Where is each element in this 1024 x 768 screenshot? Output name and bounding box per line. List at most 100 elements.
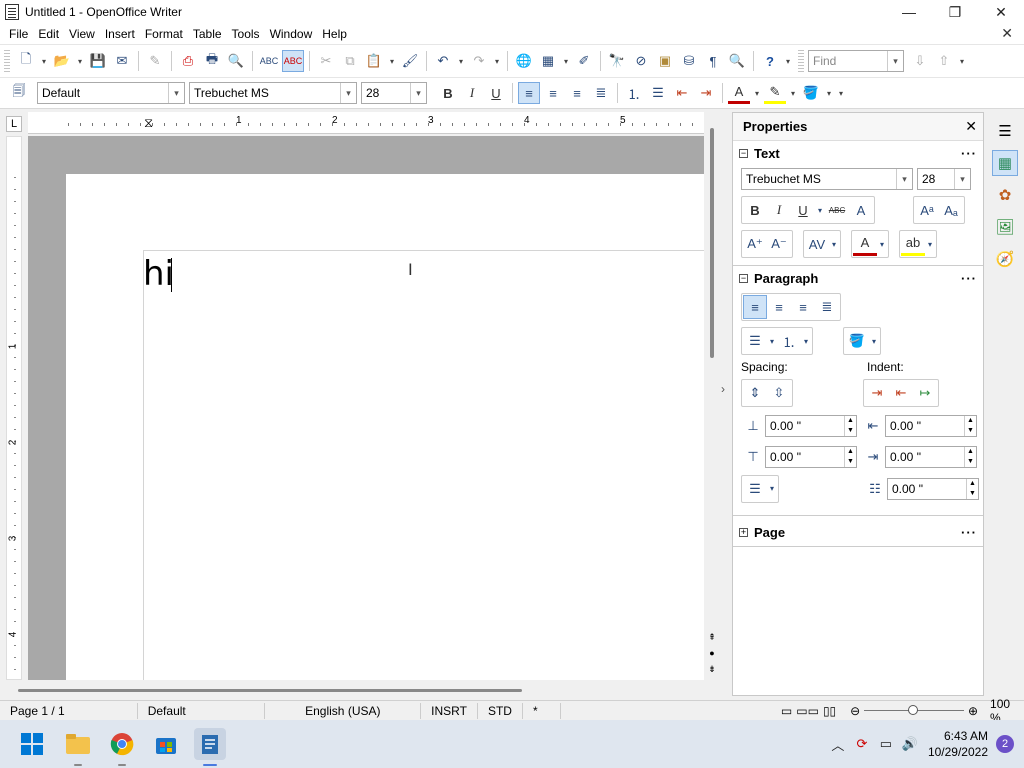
sidebar-justify-icon[interactable]: ≣ (815, 295, 839, 319)
chevron-down-icon[interactable]: ▾ (168, 83, 184, 103)
bullets-icon[interactable]: ☰ (647, 82, 669, 104)
paragraph-style-select[interactable]: Default ▾ (37, 82, 185, 104)
cut-icon[interactable]: ✂ (315, 50, 337, 72)
toolbar-overflow-icon[interactable]: ▾ (783, 50, 793, 72)
formatting-marks-icon[interactable]: ¶ (702, 50, 724, 72)
sidebar-align-left-icon[interactable]: ≡ (743, 295, 767, 319)
chevron-down-icon[interactable]: ▾ (75, 50, 85, 72)
align-left-icon[interactable]: ≡ (518, 82, 540, 104)
numbering-icon[interactable]: ⒈ (623, 82, 645, 104)
notification-badge[interactable]: 2 (996, 735, 1014, 753)
first-line-indent-field[interactable]: 0.00 " ▲ ▼ (887, 477, 979, 500)
find-previous-icon[interactable]: ⇧ (933, 50, 955, 72)
minimize-button[interactable]: — (886, 0, 932, 24)
spinner-arrows[interactable]: ▲ ▼ (844, 446, 856, 467)
ruler-indent-marker[interactable]: ⧖ (144, 115, 153, 131)
decrease-indent-icon[interactable]: ⇤ (671, 82, 693, 104)
sidebar-bullets-icon[interactable]: ☰ (743, 329, 767, 353)
shadow-icon[interactable]: A (849, 198, 873, 222)
sidebar-numbering-icon[interactable]: ⒈ (777, 329, 801, 353)
file-explorer-icon[interactable] (62, 728, 94, 766)
align-right-icon[interactable]: ≡ (566, 82, 588, 104)
before-indent-field[interactable]: 0.00 " ▲ ▼ (885, 414, 977, 437)
chevron-down-icon[interactable]: ▾ (387, 50, 397, 72)
zoom-slider-handle[interactable] (908, 705, 919, 715)
toolbar-grip[interactable] (798, 50, 804, 72)
gallery-icon[interactable]: ▣ (654, 50, 676, 72)
redo-icon[interactable]: ↷ (468, 50, 490, 72)
edit-icon[interactable]: ✎ (144, 50, 166, 72)
sidebar-bold-button[interactable]: B (743, 198, 767, 222)
sidebar-align-center-icon[interactable]: ≡ (767, 295, 791, 319)
sidebar-underline-button[interactable]: U (791, 198, 815, 222)
hanging-indent-icon[interactable]: ↦ (913, 381, 937, 405)
chevron-down-icon[interactable]: ▾ (788, 82, 798, 104)
chevron-down-icon[interactable]: ▾ (815, 198, 825, 222)
store-icon[interactable] (150, 728, 182, 760)
text-section-header[interactable]: − Text ··· (733, 141, 983, 165)
modified-indicator[interactable]: * (523, 702, 561, 719)
increase-spacing-icon[interactable]: ⇕ (743, 381, 767, 405)
zoom-in-icon[interactable]: ⊕ (968, 704, 978, 718)
chevron-down-icon[interactable]: ▾ (925, 232, 935, 256)
spinner-arrows[interactable]: ▲ ▼ (964, 415, 976, 436)
multi-page-view-icon[interactable]: ▭▭ (796, 704, 819, 718)
more-options-icon[interactable]: ··· (961, 146, 977, 161)
chevron-down-icon[interactable]: ▾ (767, 477, 777, 501)
menu-window[interactable]: Window (265, 27, 318, 41)
chevron-down-icon[interactable]: ▾ (869, 329, 879, 353)
sidebar-decrease-indent-icon[interactable]: ⇤ (889, 381, 913, 405)
chevron-down-icon[interactable]: ▾ (410, 83, 426, 103)
chevron-up-icon[interactable]: ︿ (826, 735, 850, 754)
previous-page-icon[interactable]: ⇞ (706, 632, 718, 644)
chevron-down-icon[interactable]: ▾ (340, 83, 356, 103)
expand-icon[interactable]: + (739, 527, 748, 537)
single-page-view-icon[interactable]: ▭ (781, 704, 792, 718)
print-icon[interactable]: 🖶 (201, 50, 223, 72)
menu-insert[interactable]: Insert (100, 27, 140, 41)
menu-table[interactable]: Table (188, 27, 227, 41)
scrollbar-thumb[interactable] (710, 128, 714, 358)
sidebar-increase-indent-icon[interactable]: ⇥ (865, 381, 889, 405)
pdf-icon[interactable]: ⎙ (177, 50, 199, 72)
character-spacing-icon[interactable]: AV (805, 232, 829, 256)
print-preview-icon[interactable]: 🔍 (225, 50, 247, 72)
sidebar-align-right-icon[interactable]: ≡ (791, 295, 815, 319)
spellcheck-icon[interactable]: ABC (258, 50, 280, 72)
chevron-down-icon[interactable]: ▾ (887, 51, 903, 71)
paragraph-background-icon[interactable]: 🪣 (845, 329, 869, 353)
language[interactable]: English (USA) (265, 702, 422, 719)
chevron-down-icon[interactable]: ▾ (492, 50, 502, 72)
sync-icon[interactable]: ⟳ (850, 736, 874, 752)
maximize-button[interactable]: ❐ (932, 0, 978, 24)
document-page[interactable]: hi (66, 174, 704, 680)
open-icon[interactable]: 📂 (51, 50, 73, 72)
chevron-down-icon[interactable]: ▾ (829, 232, 839, 256)
spinner-arrows[interactable]: ▲ ▼ (966, 478, 978, 499)
document-canvas[interactable]: hi Ⅰ (28, 136, 704, 680)
format-paintbrush-icon[interactable]: 🖌 (399, 50, 421, 72)
close-window-button[interactable]: ✕ (978, 0, 1024, 24)
background-color-icon[interactable]: 🪣 (800, 82, 822, 104)
vertical-ruler[interactable]: 1 2 3 4 (6, 136, 22, 680)
subscript-icon[interactable]: Aₐ (939, 198, 963, 222)
network-icon[interactable]: ▭ (874, 736, 898, 752)
spinner-arrows[interactable]: ▲ ▼ (844, 415, 856, 436)
document-text[interactable]: hi (143, 252, 174, 296)
styles-icon[interactable]: 🗐 (8, 82, 30, 104)
chevron-down-icon[interactable]: ▾ (39, 50, 49, 72)
styles-tab-icon[interactable]: ✿ (992, 182, 1018, 208)
justify-icon[interactable]: ≣ (590, 82, 612, 104)
sidebar-font-size-select[interactable]: 28 ▾ (917, 168, 971, 190)
below-spacing-field[interactable]: 0.00 " ▲ ▼ (765, 445, 857, 468)
email-icon[interactable]: ✉ (111, 50, 133, 72)
highlight-icon[interactable]: ✎ (764, 82, 786, 104)
menu-view[interactable]: View (64, 27, 100, 41)
find-next-icon[interactable]: ⇩ (909, 50, 931, 72)
properties-tab-icon[interactable]: ▦ (992, 150, 1018, 176)
zoom-slider[interactable] (864, 705, 964, 715)
copy-icon[interactable]: ⧉ (339, 50, 361, 72)
paragraph-section-header[interactable]: − Paragraph ··· (733, 266, 983, 290)
grow-font-icon[interactable]: A⁺ (743, 232, 767, 256)
chevron-down-icon[interactable]: ▾ (767, 329, 777, 353)
